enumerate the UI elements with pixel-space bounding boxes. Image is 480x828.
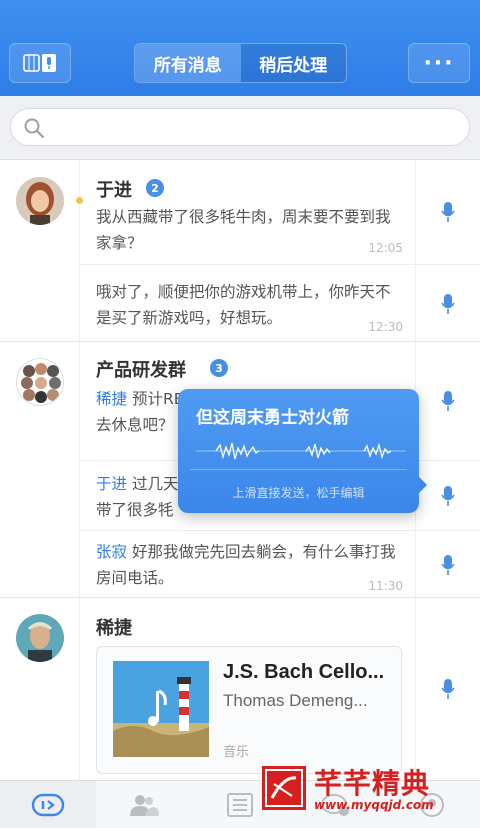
mic-icon <box>441 554 455 575</box>
message-text: 预计RE <box>131 390 184 408</box>
recognized-text: 但这周末勇士对火箭 <box>196 408 349 428</box>
message-sender: 稀捷 <box>96 390 128 408</box>
message-time: 11:30 <box>368 579 403 593</box>
more-button[interactable]: ··· <box>408 43 470 83</box>
top-bar: 所有消息 稍后处理 ··· <box>0 0 480 96</box>
mic-icon <box>441 202 455 222</box>
voice-reply-button[interactable] <box>416 342 480 460</box>
notes-icon <box>227 793 253 817</box>
unread-badge: 2 <box>146 179 164 197</box>
music-card[interactable]: J.S. Bach Cello... Thomas Demeng... 音乐 <box>96 646 402 774</box>
voice-reply-button[interactable] <box>416 530 480 598</box>
album-cover <box>113 661 209 757</box>
message-text: 我从西藏带了很多牦牛肉，周末要不要到我家拿？ <box>96 208 391 252</box>
message-sender: 于进 <box>96 475 128 493</box>
contact-name: 于进 <box>96 180 132 201</box>
phone-mic-icon <box>23 54 56 72</box>
avatar <box>16 614 64 662</box>
mic-icon <box>441 391 455 411</box>
popup-hint: 上滑直接发送，松手编辑 <box>232 486 365 500</box>
tab-later[interactable]: 稍后处理 <box>240 44 346 82</box>
search-icon <box>24 118 45 139</box>
voice-reply-button[interactable] <box>416 598 480 780</box>
track-artist: Thomas Demeng... <box>223 691 368 710</box>
mic-icon <box>441 485 455 506</box>
messages-icon <box>31 793 65 817</box>
watermark-logo <box>262 766 306 810</box>
message-text: 哦对了，顺便把你的游戏机带上，你昨天不是买了新游戏吗，好想玩。 <box>96 283 391 327</box>
media-type-label: 音乐 <box>223 745 250 760</box>
avatar <box>16 177 64 225</box>
contact-name: 稀捷 <box>96 618 132 639</box>
voice-reply-button[interactable] <box>416 160 480 264</box>
voice-reply-button[interactable] <box>416 460 480 530</box>
group-avatar <box>16 358 64 406</box>
track-title: J.S. Bach Cello... <box>223 661 385 683</box>
search-input[interactable] <box>10 108 470 146</box>
voice-input-popup[interactable]: 但这周末勇士对火箭 上滑直接发送，松手编辑 <box>178 389 427 513</box>
message-item[interactable]: 哦对了，顺便把你的游戏机带上，你昨天不是买了新游戏吗，好想玩。 12:30 <box>80 264 415 342</box>
message-item[interactable]: 我从西藏带了很多牦牛肉，周末要不要到我家拿？ 12:05 <box>80 202 415 264</box>
voice-input-button[interactable] <box>9 43 71 83</box>
message-time: 12:30 <box>368 320 403 334</box>
waveform-icon <box>196 442 406 460</box>
mic-icon <box>441 679 455 699</box>
tab-messages[interactable] <box>0 781 96 828</box>
message-sender: 张寂 <box>96 543 128 561</box>
watermark-url: www.myqqjd.com <box>314 798 434 812</box>
conversation-yujin[interactable]: 于进 2 我从西藏带了很多牦牛肉，周末要不要到我家拿？ 12:05 哦对了，顺便… <box>0 160 480 342</box>
tab-contacts[interactable] <box>96 781 192 828</box>
message-text: 好那我做完先回去躺会，有什么事打我房间电话。 <box>96 543 396 587</box>
watermark: 芊芊精典 www.myqqjd.com <box>262 760 480 828</box>
search-bar <box>0 96 480 160</box>
message-filter-tabs: 所有消息 稍后处理 <box>134 43 347 83</box>
unread-badge: 3 <box>210 359 228 377</box>
watermark-title: 芊芊精典 <box>314 767 431 800</box>
contacts-icon <box>130 795 159 816</box>
voice-reply-button[interactable] <box>416 264 480 342</box>
mic-icon <box>441 293 455 314</box>
message-time: 12:05 <box>368 241 403 255</box>
message-text: 过几天 <box>131 475 179 493</box>
message-item[interactable]: 张寂 好那我做完先回去躺会，有什么事打我房间电话。 11:30 <box>80 530 415 598</box>
tab-all-messages[interactable]: 所有消息 <box>135 44 241 82</box>
group-name: 产品研发群 <box>96 360 186 381</box>
